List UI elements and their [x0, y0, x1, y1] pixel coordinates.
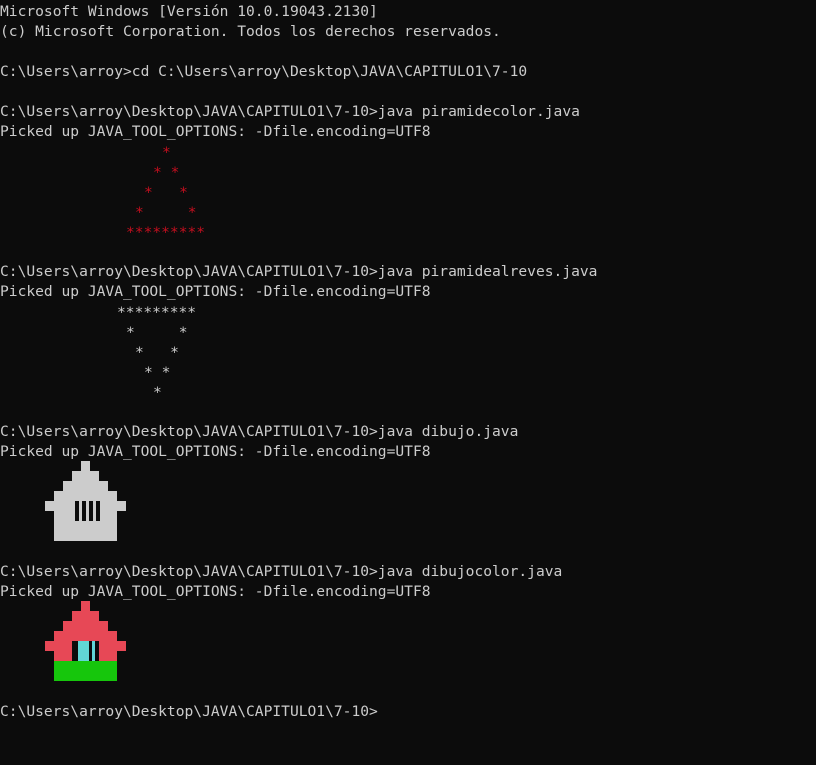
run-dibujocolor-line: C:\Users\arroy\Desktop\JAVA\CAPITULO1\7-…	[0, 563, 563, 580]
picked-up-line: Picked up JAVA_TOOL_OPTIONS: -Dfile.enco…	[0, 583, 431, 600]
run-dibujo-line: C:\Users\arroy\Desktop\JAVA\CAPITULO1\7-…	[0, 423, 519, 440]
house-window	[82, 501, 86, 521]
picked-up-line: Picked up JAVA_TOOL_OPTIONS: -Dfile.enco…	[0, 443, 431, 460]
command-prompt[interactable]: C:\Users\arroy\Desktop\JAVA\CAPITULO1\7-…	[0, 702, 378, 722]
house-window	[96, 501, 100, 521]
house-roof-block	[63, 621, 108, 631]
pyramid-up-row: * *	[144, 184, 188, 201]
house-roof-block	[72, 611, 99, 621]
house-roof-block	[63, 481, 108, 491]
picked-up-line: Picked up JAVA_TOOL_OPTIONS: -Dfile.enco…	[0, 123, 431, 140]
cd-command-line: C:\Users\arroy>cd C:\Users\arroy\Desktop…	[0, 63, 528, 80]
run-piramidealreves-line: C:\Users\arroy\Desktop\JAVA\CAPITULO1\7-…	[0, 263, 598, 280]
version-line: Microsoft Windows [Versión 10.0.19043.21…	[0, 3, 378, 20]
console-window[interactable]: Microsoft Windows [Versión 10.0.19043.21…	[0, 0, 816, 765]
house-window	[75, 501, 79, 521]
pyramid-down-row: *	[153, 384, 162, 401]
pyramid-up-row: * *	[135, 204, 197, 221]
house-roof-block	[54, 491, 117, 501]
picked-up-line: Picked up JAVA_TOOL_OPTIONS: -Dfile.enco…	[0, 283, 431, 300]
house-roof-block	[72, 471, 99, 481]
house-door	[92, 641, 95, 661]
house-grass	[54, 661, 117, 681]
pyramid-up-row: *********	[126, 224, 206, 241]
pyramid-down-row: * *	[126, 324, 188, 341]
house-window	[89, 501, 93, 521]
house-roof-block	[81, 601, 90, 611]
pyramid-up-row: *	[162, 144, 171, 161]
copyright-line: (c) Microsoft Corporation. Todos los der…	[0, 23, 501, 40]
pyramid-down-row: * *	[144, 364, 171, 381]
house-roof-block	[81, 461, 90, 471]
pyramid-up-row: * *	[153, 164, 180, 181]
pyramid-down-row: *********	[117, 304, 197, 321]
pyramid-down-row: * *	[135, 344, 179, 361]
house-door	[82, 641, 89, 661]
house-roof-block	[54, 631, 117, 641]
run-piramidecolor-line: C:\Users\arroy\Desktop\JAVA\CAPITULO1\7-…	[0, 103, 580, 120]
